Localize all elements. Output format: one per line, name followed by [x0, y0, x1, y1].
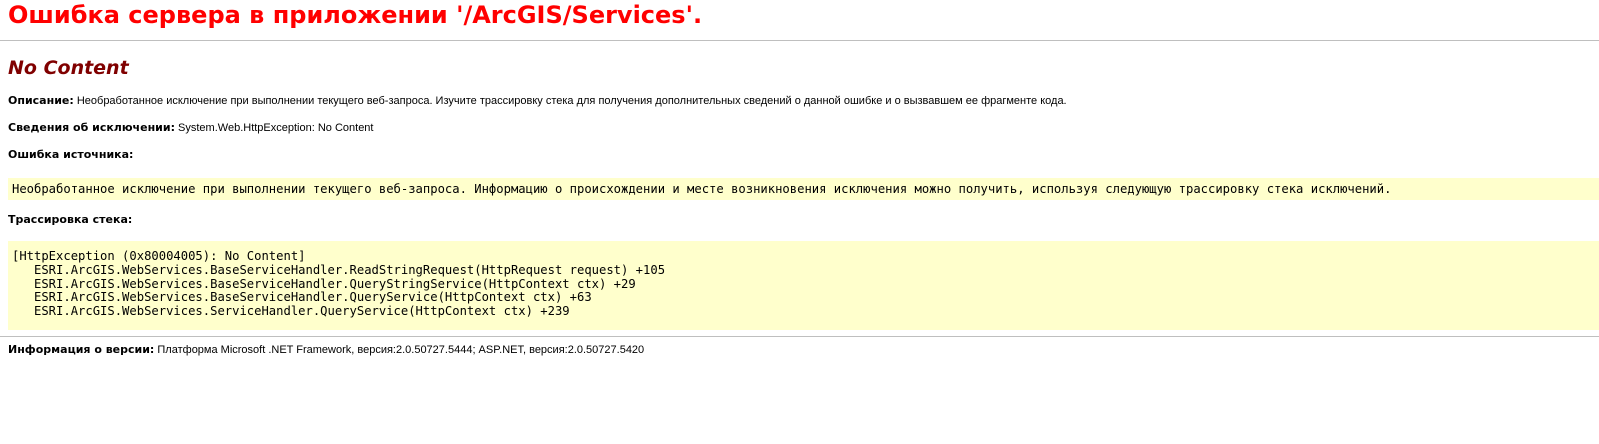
stack-trace-line: ESRI.ArcGIS.WebServices.ServiceHandler.Q…	[12, 304, 570, 319]
exception-text: System.Web.HttpException: No Content	[174, 122, 374, 134]
version-field: Информация о версии: Платформа Microsoft…	[8, 343, 1591, 357]
stack-trace-line: ESRI.ArcGIS.WebServices.BaseServiceHandl…	[12, 262, 666, 277]
title-divider	[0, 40, 1599, 41]
source-error-text: Необработанное исключение при выполнении…	[12, 182, 1392, 196]
stack-trace-line: [HttpException (0x80004005): No Content]	[12, 249, 306, 263]
stack-trace-box: [HttpException (0x80004005): No Content]…	[8, 241, 1599, 330]
exception-label: Сведения об исключении:	[8, 121, 175, 134]
stack-trace-field: Трассировка стека:	[8, 213, 1591, 227]
source-error-box: Необработанное исключение при выполнении…	[8, 178, 1599, 200]
page-title: Ошибка сервера в приложении '/ArcGIS/Ser…	[8, 1, 703, 29]
version-label: Информация о версии:	[8, 343, 155, 356]
error-page: Ошибка сервера в приложении '/ArcGIS/Ser…	[0, 0, 1599, 357]
stack-trace-line: ESRI.ArcGIS.WebServices.BaseServiceHandl…	[12, 290, 592, 305]
description-text: Необработанное исключение при выполнении…	[73, 95, 1067, 107]
exception-field: Сведения об исключении: System.Web.HttpE…	[8, 121, 1591, 135]
description-label: Описание:	[8, 94, 74, 107]
error-subtitle: No Content	[8, 57, 129, 79]
version-text: Платформа Microsoft .NET Framework, верс…	[154, 344, 645, 356]
source-error-field: Ошибка источника:	[8, 148, 1591, 162]
stack-trace-label: Трассировка стека:	[8, 213, 133, 226]
version-divider	[0, 336, 1599, 337]
description-field: Описание: Необработанное исключение при …	[8, 94, 1591, 108]
source-error-label: Ошибка источника:	[8, 148, 134, 161]
stack-trace-line: ESRI.ArcGIS.WebServices.BaseServiceHandl…	[12, 276, 636, 291]
